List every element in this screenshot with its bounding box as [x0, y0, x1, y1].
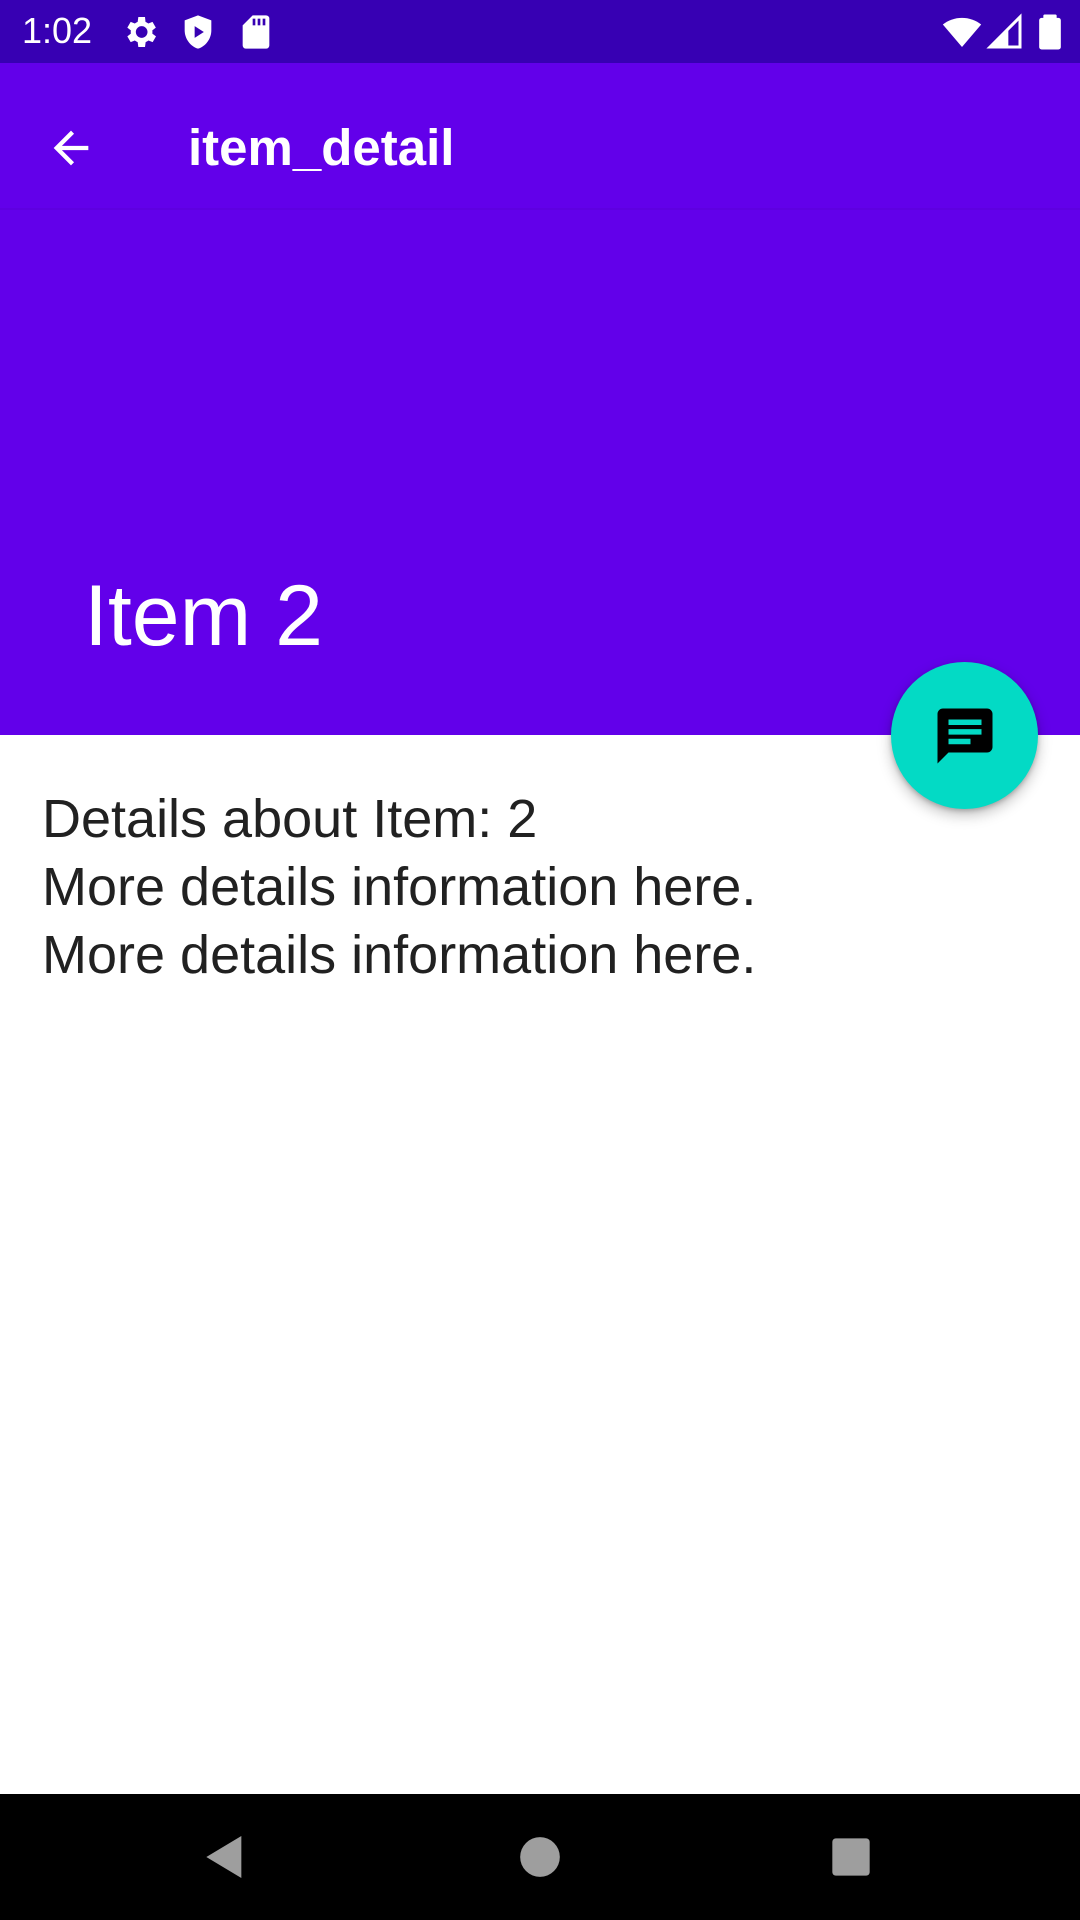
detail-line: More details information here.	[42, 925, 757, 985]
home-circle-icon	[520, 1837, 560, 1877]
arrow-back-icon	[53, 130, 89, 166]
screen: 1:02 item_detail Item 2 Details about It…	[0, 0, 1080, 1920]
status-time: 1:02	[22, 10, 93, 51]
app-bar: item_detail	[0, 63, 1080, 210]
sd-card-icon	[242, 15, 270, 49]
app-bar-title: item_detail	[188, 119, 455, 176]
detail-content: Details about Item: 2 More details infor…	[42, 785, 982, 989]
wifi-icon	[942, 17, 982, 47]
recents-square-icon	[832, 1838, 870, 1876]
signal-icon	[986, 13, 1022, 49]
message-fab[interactable]	[891, 662, 1038, 809]
nav-back-button[interactable]	[180, 1812, 270, 1902]
battery-icon	[1039, 14, 1061, 50]
app-bar-divider	[0, 208, 1080, 210]
status-bar: 1:02	[0, 0, 1080, 63]
nav-bar	[0, 1794, 1080, 1920]
detail-line: More details information here.	[42, 857, 757, 917]
header-title: Item 2	[84, 568, 323, 664]
message-icon	[937, 708, 992, 763]
shield-play-icon	[184, 15, 212, 49]
detail-line: Details about Item: 2	[42, 789, 538, 849]
nav-recents-button[interactable]	[806, 1812, 896, 1902]
back-triangle-icon	[206, 1836, 242, 1878]
back-button[interactable]	[30, 107, 112, 189]
collapsing-header: Item 2	[0, 210, 1080, 735]
nav-home-button[interactable]	[495, 1812, 585, 1902]
gear-icon	[127, 17, 156, 47]
